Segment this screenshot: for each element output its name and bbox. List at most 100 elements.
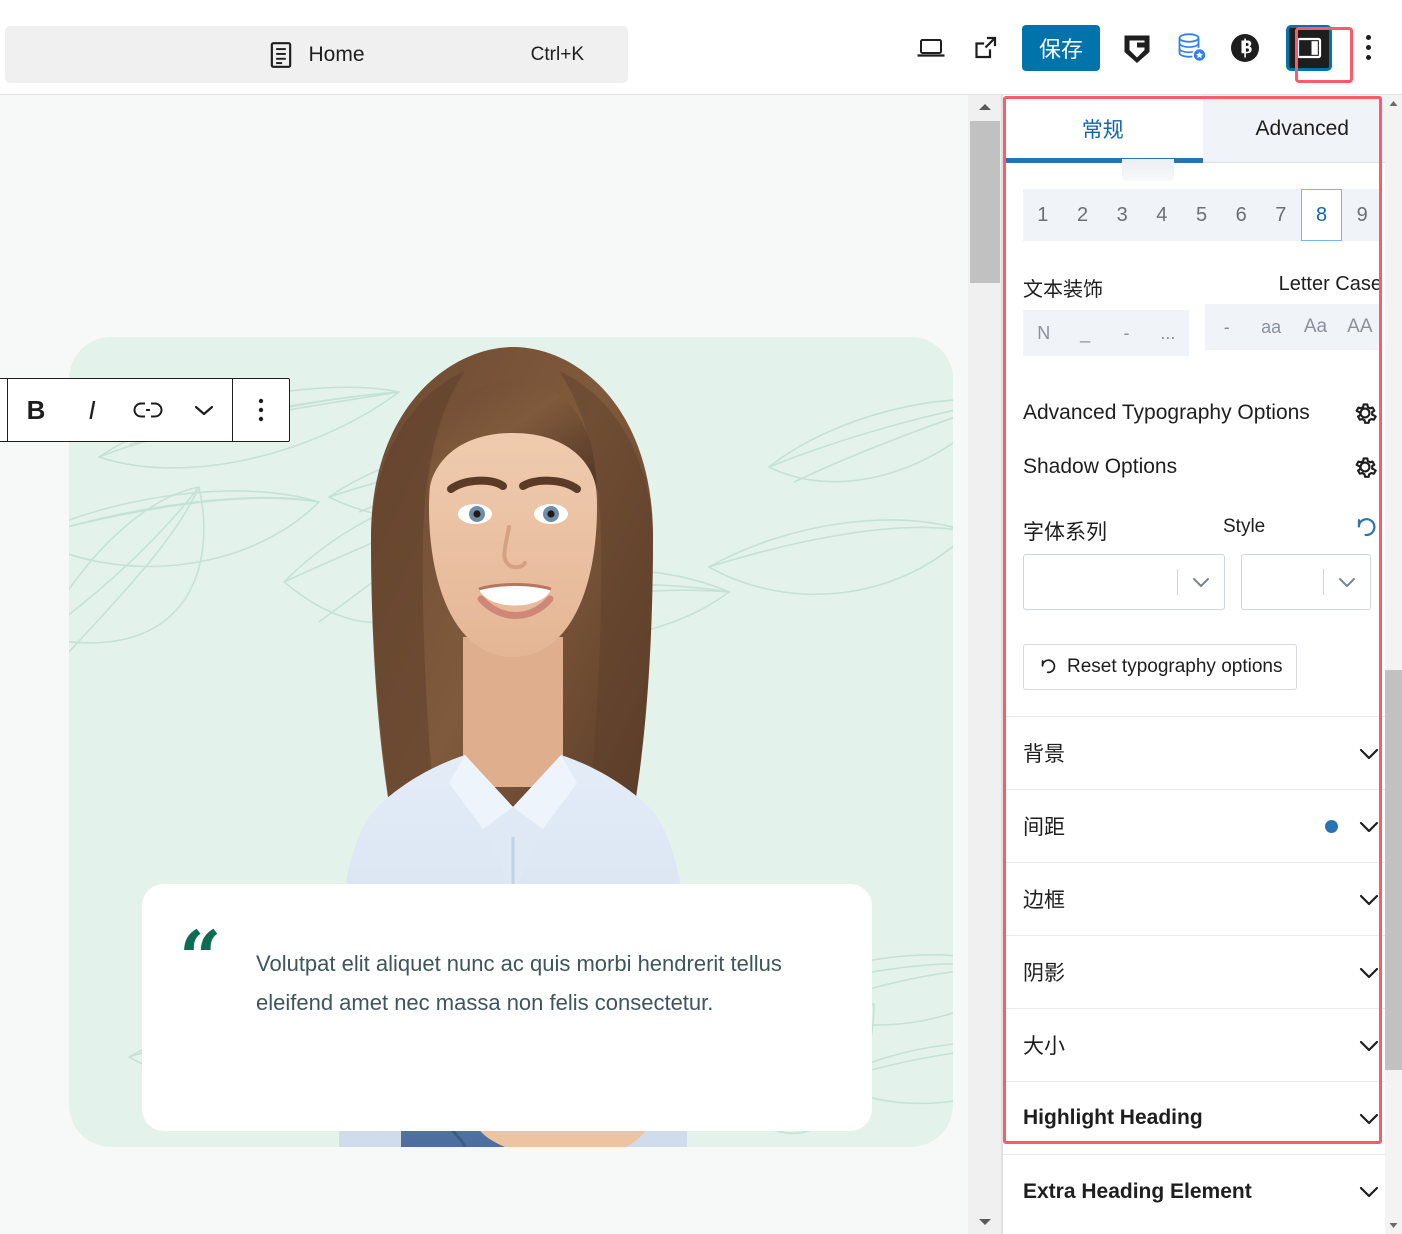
tab-general[interactable]: 常规 — [1003, 95, 1203, 163]
chevron-down-icon — [1324, 575, 1370, 589]
gear-icon — [1351, 453, 1379, 481]
accordion-shadow[interactable]: 阴影 — [1003, 936, 1402, 1009]
more-rich-text-button[interactable] — [176, 379, 232, 441]
command-palette-label: Home — [308, 42, 365, 66]
num-cell-5[interactable]: 5 — [1182, 189, 1222, 241]
document-icon — [268, 41, 294, 69]
chevron-down-icon — [193, 403, 215, 417]
grammarly-g-icon — [1121, 32, 1153, 64]
more-options-button[interactable] — [1348, 21, 1388, 75]
italic-button[interactable]: I — [64, 379, 120, 441]
num-cell-2[interactable]: 2 — [1063, 189, 1103, 241]
command-palette-shortcut: Ctrl+K — [530, 43, 584, 65]
decoration-overline-button[interactable]: ... — [1147, 310, 1188, 356]
accordion-background[interactable]: 背景 — [1003, 717, 1402, 790]
num-cell-7[interactable]: 7 — [1261, 189, 1301, 241]
quote-text[interactable]: Volutpat elit aliquet nunc ac quis morbi… — [256, 944, 806, 1022]
kebab-dot — [1365, 55, 1371, 60]
database-backup-button[interactable] — [1164, 21, 1218, 75]
block-options-group — [233, 379, 289, 441]
bitly-button[interactable] — [1218, 21, 1272, 75]
num-cell-9[interactable]: 9 — [1342, 189, 1382, 241]
save-button[interactable]: 保存 — [1021, 24, 1100, 71]
shadow-options-gear-button[interactable] — [1348, 450, 1382, 484]
chevron-down-icon — [1356, 1038, 1382, 1053]
decoration-strikethrough-button[interactable]: - — [1106, 310, 1147, 356]
case-uppercase-button[interactable]: AA — [1338, 304, 1382, 350]
font-family-select[interactable] — [1023, 554, 1225, 610]
case-lowercase-button[interactable]: aa — [1249, 304, 1293, 350]
grammarly-button[interactable] — [1110, 21, 1164, 75]
accordion-size-label: 大小 — [1023, 1035, 1065, 1058]
accordion-border[interactable]: 边框 — [1003, 863, 1402, 936]
accordion-spacing[interactable]: 间距 — [1003, 790, 1402, 863]
canvas-scrollbar[interactable] — [968, 95, 1002, 1234]
num-cell-4[interactable]: 4 — [1142, 189, 1182, 241]
num-cell-6[interactable]: 6 — [1221, 189, 1261, 241]
advanced-typography-options-row[interactable]: Advanced Typography Options — [1023, 386, 1382, 440]
editor-canvas[interactable]: “ Volutpat elit aliquet nunc ac quis mor… — [0, 95, 968, 1234]
accordion-extra-heading-element[interactable]: Extra Heading Element — [1003, 1155, 1402, 1228]
num-cell-3[interactable]: 3 — [1102, 189, 1142, 241]
format-group: B I — [8, 379, 232, 441]
command-palette-button[interactable]: Home Ctrl+K — [5, 26, 628, 83]
sidebar-scrollbar[interactable] — [1385, 95, 1402, 1234]
font-weight-number-strip[interactable]: 1 2 3 4 5 6 7 8 9 — [1023, 189, 1382, 241]
link-icon — [133, 399, 163, 421]
gear-icon — [1351, 399, 1379, 427]
accordion-size[interactable]: 大小 — [1003, 1009, 1402, 1082]
chevron-down-icon — [1356, 1111, 1382, 1126]
letter-case-label: Letter Case — [1278, 273, 1382, 295]
text-decoration-segmented[interactable]: N _ - ... — [1023, 310, 1189, 356]
reset-typography-button[interactable]: Reset typography options — [1023, 644, 1298, 690]
sidebar-scroll-down-button[interactable] — [1385, 1217, 1402, 1234]
decoration-underline-button[interactable]: _ — [1064, 310, 1105, 356]
letter-case-segmented[interactable]: - aa Aa AA — [1204, 304, 1382, 350]
font-family-label: 字体系列 — [1023, 521, 1107, 544]
block-options-button[interactable] — [233, 379, 289, 441]
chevron-down-icon — [1356, 892, 1382, 907]
accordion-highlight-heading[interactable]: Highlight Heading — [1003, 1082, 1402, 1155]
external-link-icon — [970, 33, 1000, 63]
font-style-label: Style — [1223, 516, 1266, 537]
font-style-select[interactable] — [1241, 554, 1371, 610]
font-selects — [1023, 554, 1382, 610]
num-cell-1[interactable]: 1 — [1023, 189, 1063, 241]
quote-block[interactable]: “ Volutpat elit aliquet nunc ac quis mor… — [142, 884, 872, 1131]
case-none-button[interactable]: - — [1205, 304, 1249, 350]
accordion-background-label: 背景 — [1023, 743, 1065, 766]
sidebar-scroll-up-button[interactable] — [1385, 95, 1402, 112]
shadow-options-row[interactable]: Shadow Options — [1023, 440, 1382, 494]
quote-mark-icon: “ — [179, 916, 222, 1002]
decoration-case-row: 文本装饰 N _ - ... Letter Case - aa Aa AA — [1023, 273, 1382, 356]
block-editor-toolbar[interactable]: B I — [0, 378, 290, 442]
link-button[interactable] — [120, 379, 176, 441]
scroll-up-button[interactable] — [968, 95, 1002, 119]
case-capitalize-button[interactable]: Aa — [1293, 304, 1337, 350]
font-family-style-row: 字体系列 Style — [1023, 516, 1382, 610]
canvas-scrollbar-thumb[interactable] — [970, 121, 1000, 283]
kebab-dot — [1365, 35, 1371, 40]
preview-desktop-button[interactable] — [904, 21, 958, 75]
text-decoration-label: 文本装饰 — [1023, 279, 1103, 301]
view-external-button[interactable] — [958, 21, 1012, 75]
tab-advanced[interactable]: Advanced — [1202, 95, 1402, 162]
laptop-icon — [915, 32, 947, 64]
bitly-b-icon — [1230, 33, 1260, 63]
num-cell-8[interactable]: 8 — [1300, 189, 1343, 241]
accordion-spacing-label: 间距 — [1023, 816, 1065, 839]
sidebar-panel-body: 1 2 3 4 5 6 7 8 9 文本装饰 N _ - ... Letter … — [1003, 189, 1402, 1228]
advanced-typography-gear-button[interactable] — [1348, 396, 1382, 430]
app-header: Home Ctrl+K 保存 — [0, 0, 1402, 95]
decoration-none-button[interactable]: N — [1023, 310, 1064, 356]
modified-indicator-dot — [1325, 819, 1338, 833]
block-type-button[interactable] — [0, 379, 7, 441]
sidebar-scrollbar-thumb[interactable] — [1385, 670, 1402, 1070]
chevron-down-icon — [1356, 1184, 1382, 1199]
scroll-down-button[interactable] — [968, 1210, 1002, 1234]
reset-font-button[interactable] — [1350, 512, 1382, 544]
accordion-extra-heading-element-label: Extra Heading Element — [1023, 1179, 1252, 1203]
accordion-border-label: 边框 — [1023, 889, 1065, 912]
sidebar-toggle-button[interactable] — [1286, 24, 1332, 71]
bold-button[interactable]: B — [8, 379, 64, 441]
